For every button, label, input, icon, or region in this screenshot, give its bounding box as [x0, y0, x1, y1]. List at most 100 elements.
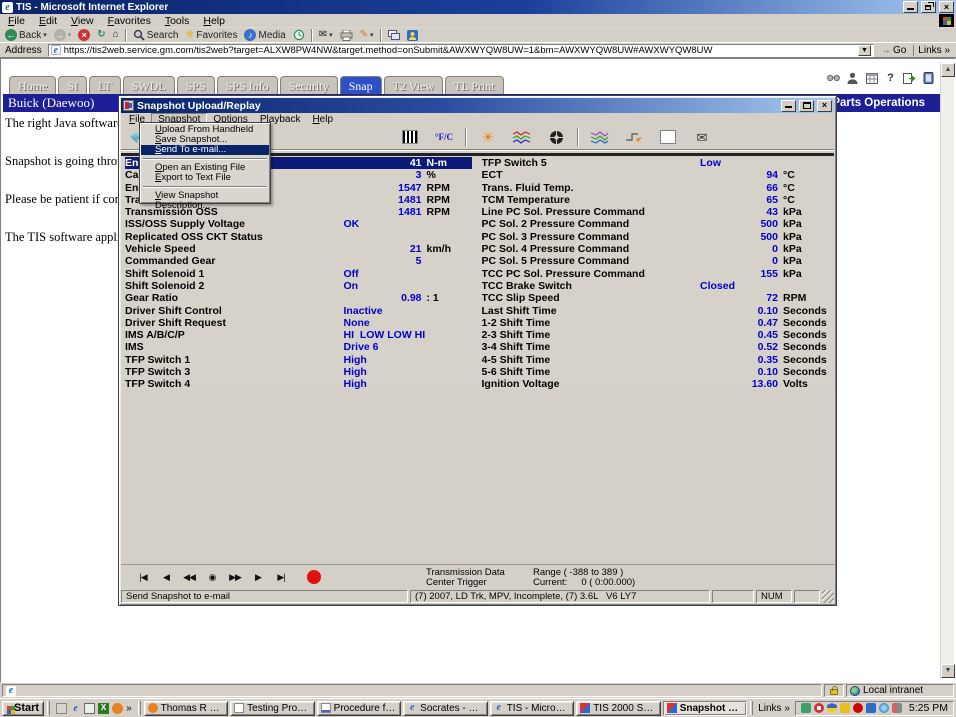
ie-menu-help[interactable]: Help — [196, 15, 232, 27]
discuss-button[interactable] — [385, 28, 403, 42]
table-row[interactable]: IMS Drive 6 — [125, 341, 472, 353]
menu-separator[interactable] — [143, 158, 267, 160]
show-desktop-icon[interactable] — [56, 703, 67, 714]
table-row[interactable]: Vehicle Speed 21 km/h — [125, 243, 472, 255]
table-row[interactable]: 2-3 Shift Time 0.45 Seconds — [482, 329, 829, 341]
forward-dropdown-icon[interactable]: ▾ — [68, 31, 72, 39]
ie-menu-view[interactable]: View — [64, 15, 101, 27]
table-row[interactable]: Line PC Sol. Pressure Command 43 kPa — [482, 206, 829, 218]
tab-lt[interactable]: LT — [89, 76, 121, 94]
tab-tl-print[interactable]: TL Print — [445, 76, 504, 94]
task-testing-procedures[interactable]: Testing Procedures — [230, 701, 315, 716]
table-row[interactable]: Shift Solenoid 1 Off — [125, 268, 472, 280]
tab-t2-view[interactable]: T2 View — [384, 76, 443, 94]
graph-view-button[interactable] — [509, 127, 535, 147]
table-row[interactable]: 5-6 Shift Time 0.10 Seconds — [482, 366, 829, 378]
task-socrates[interactable]: Socrates - Global - Micro... — [403, 701, 488, 716]
blank-display-button[interactable] — [655, 127, 681, 147]
tray-icon-3[interactable] — [827, 703, 837, 713]
center-frame-button[interactable]: ◉ — [202, 569, 222, 585]
snap-menu-help[interactable]: Help — [306, 114, 339, 125]
tab-snap[interactable]: Snap — [340, 76, 382, 94]
app-exit-icon[interactable] — [922, 72, 935, 85]
address-dropdown-button[interactable]: ▼ — [858, 45, 871, 56]
go-to-end-button[interactable]: ▶| — [271, 569, 291, 585]
forward-button[interactable]: →▾ — [51, 28, 75, 42]
ie-menu-tools[interactable]: Tools — [158, 15, 197, 27]
help-icon[interactable]: ? — [884, 72, 897, 85]
minimize-button[interactable] — [903, 1, 918, 13]
task-snapshot-upload-active[interactable]: Snapshot Upload/Re... — [663, 701, 747, 716]
table-row[interactable]: Gear Ratio 0.98 : 1 — [125, 292, 472, 304]
plot-view-button[interactable] — [587, 127, 613, 147]
ie-menu-favorites[interactable]: Favorites — [101, 15, 158, 27]
dial-button[interactable] — [543, 127, 569, 147]
table-row[interactable]: 4-5 Shift Time 0.35 Seconds — [482, 354, 829, 366]
tab-security[interactable]: Security — [280, 76, 338, 94]
tray-icon-6[interactable] — [866, 703, 876, 713]
excel-icon[interactable]: X — [98, 703, 109, 714]
table-row[interactable]: TCC PC Sol. Pressure Command 155 kPa — [482, 268, 829, 280]
table-row[interactable]: Ignition Voltage 13.60 Volts — [482, 378, 829, 390]
links-grip[interactable] — [750, 701, 753, 715]
address-input[interactable]: e https://tis2web.service.gm.com/tis2web… — [48, 44, 874, 57]
table-row[interactable]: PC Sol. 3 Pressure Command 500 kPa — [482, 231, 829, 243]
task-tis-ie[interactable]: TIS - Microsoft Internet ... — [490, 701, 575, 716]
table-row[interactable]: Trans. Fluid Temp. 66 °C — [482, 182, 829, 194]
refresh-button[interactable]: ↻ — [94, 28, 108, 42]
media-button[interactable]: ♪Media — [241, 28, 288, 42]
home-button[interactable]: ⌂ — [110, 28, 122, 42]
table-row[interactable]: TFP Switch 5 Low — [482, 157, 829, 169]
table-row[interactable]: TCC Brake Switch Closed — [482, 280, 829, 292]
fast-forward-button[interactable]: ▶▶ — [225, 569, 245, 585]
table-row[interactable]: TFP Switch 4 High — [125, 378, 472, 390]
print-button[interactable] — [337, 28, 356, 42]
document-icon[interactable] — [84, 703, 95, 714]
taskbar-grip[interactable] — [138, 701, 141, 715]
tab-home[interactable]: Home — [9, 76, 56, 94]
history-button[interactable] — [290, 28, 308, 42]
tray-icon-7[interactable] — [879, 703, 889, 713]
tab-swdl[interactable]: SWDL — [123, 76, 175, 94]
table-row[interactable]: PC Sol. 5 Pressure Command 0 kPa — [482, 255, 829, 267]
task-procedure-doc[interactable]: Procedure for Taking Sn... — [317, 701, 402, 716]
quick-launch-overflow-icon[interactable]: » — [126, 703, 132, 714]
go-to-start-button[interactable]: |◀ — [133, 569, 153, 585]
stop-button[interactable]: × — [75, 28, 93, 42]
calendar-icon[interactable] — [865, 72, 878, 85]
vertical-scrollbar[interactable]: ▲ ▼ — [940, 63, 954, 678]
step-forward-button[interactable]: ▶ — [248, 569, 268, 585]
table-row[interactable]: Last Shift Time 0.10 Seconds — [482, 305, 829, 317]
tab-sps-info[interactable]: SPS Info — [217, 76, 278, 94]
table-row[interactable]: Replicated OSS CKT Status — [125, 231, 472, 243]
snapshot-lamp-button[interactable]: ☀ — [475, 127, 501, 147]
menu-item-view-snapshot-description[interactable]: View Snapshot Description... — [141, 191, 269, 201]
edit-dropdown-icon[interactable]: ▾ — [370, 31, 374, 39]
table-row[interactable]: IMS A/B/C/P HI LOW LOW HI — [125, 329, 472, 341]
table-row[interactable]: Commanded Gear 5 — [125, 255, 472, 267]
edit-button[interactable]: ✎▾ — [357, 28, 377, 42]
tray-icon-4[interactable] — [840, 703, 850, 713]
task-inbox[interactable]: Thomas R Martin - Inbox... — [144, 701, 229, 716]
scroll-up-button[interactable]: ▲ — [941, 63, 955, 77]
favorites-button[interactable]: ★Favorites — [182, 28, 240, 42]
task-tis2000-snapshot[interactable]: TIS 2000 Snapshot Uplo... — [576, 701, 661, 716]
table-row[interactable]: 1-2 Shift Time 0.47 Seconds — [482, 317, 829, 329]
trigger-button[interactable] — [621, 127, 647, 147]
scroll-down-button[interactable]: ▼ — [941, 664, 955, 678]
links-chevron-icon[interactable]: » — [944, 45, 950, 56]
table-row[interactable]: PC Sol. 4 Pressure Command 0 kPa — [482, 243, 829, 255]
taskbar-links-toolbar[interactable]: Links » — [756, 703, 792, 714]
messenger-button[interactable] — [404, 28, 421, 42]
barcode-button[interactable] — [397, 127, 423, 147]
exit-icon[interactable] — [903, 72, 916, 85]
taskbar-clock[interactable]: 5:25 PM — [905, 702, 948, 714]
glasses-icon[interactable] — [827, 72, 840, 85]
table-row[interactable]: TCM Temperature 65 °C — [482, 194, 829, 206]
table-row[interactable]: TCC Slip Speed 72 RPM — [482, 292, 829, 304]
table-row[interactable]: TFP Switch 3 High — [125, 366, 472, 378]
units-toggle-button[interactable]: °F/C — [431, 127, 457, 147]
tray-icon-8[interactable] — [892, 703, 902, 713]
user-icon[interactable] — [846, 72, 859, 85]
record-button[interactable] — [307, 570, 321, 584]
